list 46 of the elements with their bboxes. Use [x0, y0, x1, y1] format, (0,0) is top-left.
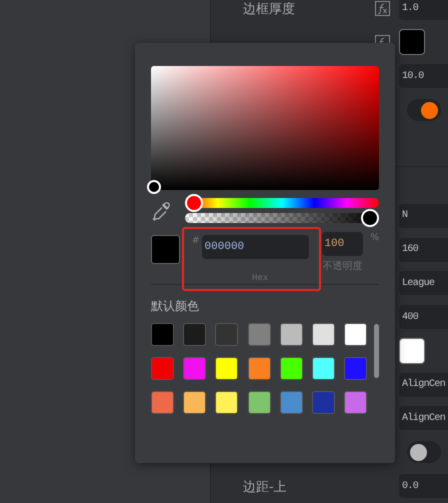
percent-label: % [370, 232, 379, 245]
preset-swatch[interactable] [312, 391, 335, 414]
value-field[interactable]: 400 [399, 305, 448, 330]
current-color-swatch [151, 235, 180, 264]
preset-swatch[interactable] [312, 323, 335, 346]
value-field[interactable]: AlignCen [399, 372, 448, 397]
toggle-switch[interactable] [407, 441, 441, 464]
presets-title: 默认颜色 [151, 299, 199, 313]
value-field[interactable]: 160 [399, 238, 448, 262]
preset-swatch[interactable] [344, 391, 368, 414]
preset-swatch[interactable] [183, 357, 206, 380]
preset-swatch[interactable] [280, 391, 303, 414]
scrollbar-thumb[interactable] [374, 324, 379, 378]
eyedropper-icon[interactable] [151, 200, 171, 220]
preset-swatch[interactable] [215, 323, 238, 346]
hash-label: # [192, 235, 200, 248]
opacity-input[interactable]: 100 [322, 232, 364, 256]
color-handle[interactable] [147, 180, 161, 194]
value-field[interactable]: N [399, 204, 448, 228]
value-field[interactable]: League [399, 271, 448, 296]
color-swatch[interactable] [399, 338, 425, 364]
preset-swatch[interactable] [215, 357, 238, 380]
preset-swatch[interactable] [248, 323, 271, 346]
function-icon[interactable] [375, 0, 390, 16]
preset-swatch[interactable] [248, 391, 271, 414]
preset-swatch[interactable] [151, 391, 174, 414]
preset-swatch[interactable] [280, 323, 303, 346]
preset-swatch[interactable] [151, 357, 174, 380]
toggle-switch[interactable] [407, 99, 441, 121]
property-label: 边框厚度 [243, 2, 295, 17]
preset-swatch[interactable] [183, 391, 206, 414]
preset-swatch[interactable] [280, 357, 303, 380]
preset-swatch[interactable] [151, 323, 174, 346]
hex-input[interactable]: 000000 [202, 235, 309, 259]
property-label: 边距-上 [243, 480, 287, 496]
value-field[interactable]: 10.0 [399, 64, 448, 88]
value-field[interactable]: 0.0 [399, 474, 448, 498]
preset-swatch[interactable] [344, 323, 368, 346]
preset-swatch[interactable] [248, 357, 271, 380]
value-field[interactable]: AlignCen [399, 406, 448, 430]
preset-swatch[interactable] [215, 391, 238, 414]
value-field[interactable]: 1.0 [399, 0, 448, 20]
preset-swatch[interactable] [183, 323, 206, 346]
preset-swatch[interactable] [344, 357, 368, 380]
preset-swatch[interactable] [312, 357, 335, 380]
color-swatch[interactable] [399, 29, 425, 55]
